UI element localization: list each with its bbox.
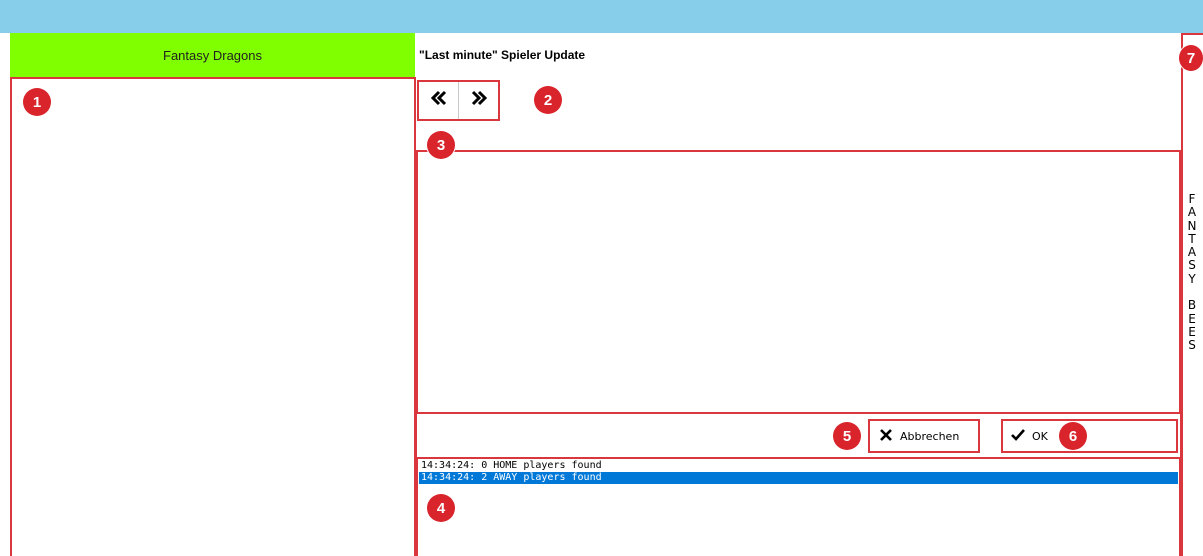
home-team-name: Fantasy Dragons [163, 47, 262, 63]
double-chevron-right-icon [470, 89, 488, 112]
vertical-label-char: F [1188, 192, 1196, 206]
vertical-label-char: N [1187, 218, 1197, 233]
ok-button[interactable]: OK [1001, 419, 1178, 453]
vertical-label-char: E [1188, 324, 1196, 339]
marker-badge: 3 [427, 131, 455, 159]
log-line[interactable]: 14:34:24: 0 HOME players found [419, 460, 1178, 472]
vertical-label-char: S [1188, 338, 1196, 353]
marker-badge: 2 [534, 86, 562, 114]
marker-badge: 4 [427, 494, 455, 522]
home-team-header: Fantasy Dragons [10, 33, 415, 77]
double-chevron-left-icon [430, 89, 448, 112]
left-margin [0, 33, 10, 556]
cancel-button-label: Abbrechen [900, 429, 960, 443]
vertical-label-char: A [1187, 245, 1197, 260]
marker-badge: 1 [23, 88, 51, 116]
vertical-label-char: A [1187, 205, 1197, 220]
ok-button-label: OK [1032, 429, 1048, 443]
vertical-label-char: Y [1188, 271, 1196, 286]
log-line-selected[interactable]: 14:34:24: 2 AWAY players found [419, 472, 1178, 484]
vertical-label-char [1183, 286, 1201, 299]
previous-button[interactable] [419, 82, 458, 119]
marker-badge: 5 [833, 422, 861, 450]
marker-badge: 6 [1059, 422, 1087, 450]
log-list[interactable]: 14:34:24: 0 HOME players found 14:34:24:… [416, 457, 1181, 556]
vertical-label-char: B [1187, 298, 1197, 313]
vertical-label-char: E [1188, 311, 1196, 326]
navigation-buttons [417, 80, 500, 121]
away-team-player-list[interactable] [416, 150, 1181, 414]
vertical-label-char: T [1188, 231, 1196, 246]
marker-badge: 7 [1179, 45, 1203, 71]
checkmark-icon [1011, 428, 1032, 445]
next-button[interactable] [459, 82, 498, 119]
home-team-player-list[interactable] [10, 77, 416, 556]
vertical-label-char: S [1188, 258, 1196, 273]
away-team-vertical-label: FANTASY BEES [1183, 192, 1201, 353]
dialog-title: "Last minute" Spieler Update [419, 48, 586, 62]
window-top-bar [0, 0, 1203, 33]
close-icon [879, 428, 900, 445]
cancel-button[interactable]: Abbrechen [868, 419, 980, 453]
